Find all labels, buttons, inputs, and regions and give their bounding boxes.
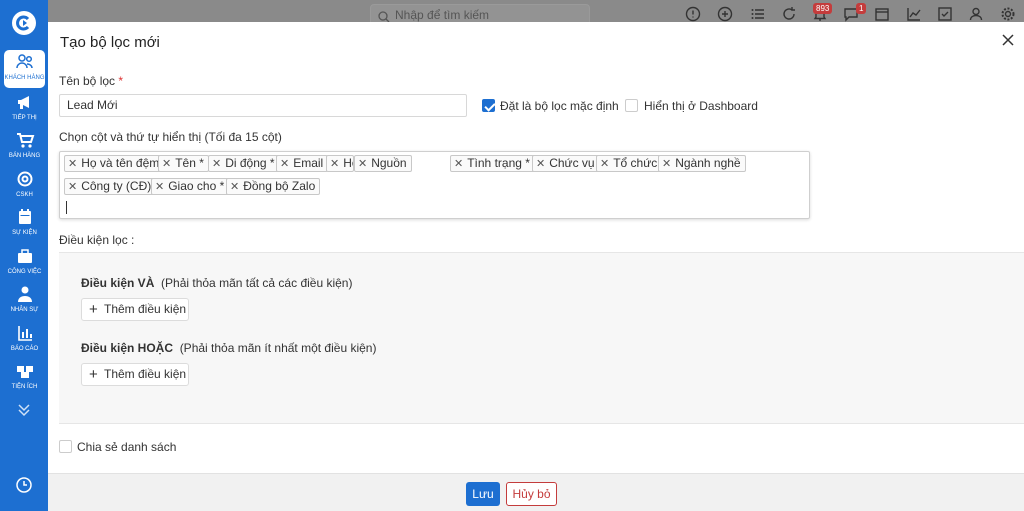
remove-tag-icon[interactable]: ✕ — [454, 158, 463, 170]
notification-badge: 893 — [813, 3, 833, 14]
filter-name-input[interactable]: Lead Mới — [59, 94, 467, 117]
column-tag[interactable]: ✕ Đồng bộ Zalo — [226, 178, 321, 195]
column-tag[interactable]: ✕ Giao cho * — [151, 178, 230, 195]
column-tag[interactable]: ✕Họ — [326, 155, 354, 172]
column-tag[interactable]: ✕ Tên * — [158, 155, 209, 172]
remove-tag-icon[interactable]: ✕ — [536, 158, 545, 170]
gear-icon[interactable] — [1000, 6, 1016, 22]
column-tag[interactable]: ✕ Tình trạng * — [450, 155, 535, 172]
default-filter-label: Đặt là bộ lọc mặc định — [500, 99, 619, 113]
sidebar-item-label: TIỆN ÍCH — [11, 384, 38, 390]
remove-tag-icon[interactable]: ✕ — [162, 158, 171, 170]
sidebar-item-events[interactable]: SỰ KIỆN — [4, 205, 45, 243]
sidebar-item-reports[interactable]: BÁO CÁO — [4, 321, 45, 359]
add-and-condition-button[interactable]: + Thêm điều kiện — [81, 298, 189, 321]
remove-tag-icon[interactable]: ✕ — [230, 181, 239, 193]
add-or-condition-button[interactable]: + Thêm điều kiện — [81, 363, 189, 386]
sidebar-item-utilities[interactable]: TIỆN ÍCH — [4, 359, 45, 397]
column-tag[interactable]: ✕ Tổ chức — [596, 155, 663, 172]
column-tag[interactable]: ✕ Nguồn — [354, 155, 412, 172]
task-check-icon[interactable] — [937, 6, 953, 22]
remove-tag-icon[interactable]: ✕ — [68, 181, 77, 193]
dialog-title: Tạo bộ lọc mới — [60, 34, 160, 51]
remove-tag-icon[interactable]: ✕ — [280, 158, 289, 170]
column-tag[interactable]: ✕ Email — [276, 155, 329, 172]
show-dashboard-label: Hiển thị ở Dashboard — [644, 99, 758, 113]
briefcase-icon — [15, 247, 35, 265]
dialog-footer: Lưu Hủy bỏ — [48, 473, 1024, 511]
remove-tag-icon[interactable]: ✕ — [600, 158, 609, 170]
remove-tag-icon[interactable]: ✕ — [155, 181, 164, 193]
megaphone-icon — [15, 93, 35, 111]
columns-label: Chọn cột và thứ tự hiển thị (Tối đa 15 c… — [59, 130, 282, 144]
sidebar-item-label: TIẾP THỊ — [12, 115, 37, 121]
alert-circle-icon[interactable] — [685, 6, 701, 22]
refresh-icon[interactable] — [781, 6, 797, 22]
sidebar: KHÁCH HÀNG TIẾP THỊ BÁN HÀNG CSKH SỰ KIỆ… — [0, 0, 48, 511]
sidebar-item-sales[interactable]: BÁN HÀNG — [4, 128, 45, 166]
create-filter-dialog: Tạo bộ lọc mới Tên bộ lọc * Lead Mới Đặt… — [48, 22, 1024, 511]
remove-tag-icon[interactable]: ✕ — [68, 158, 77, 170]
columns-select[interactable]: ✕ Họ và tên đệm ✕ Tên * ✕ Di động * ✕ Email … — [59, 151, 810, 219]
sidebar-item-label: CÔNG VIỆC — [7, 269, 42, 275]
expand-more-icon[interactable] — [14, 402, 34, 418]
cancel-button[interactable]: Hủy bỏ — [506, 482, 557, 506]
users-icon — [15, 53, 35, 71]
lifebuoy-icon — [15, 170, 35, 188]
plus-icon: + — [89, 366, 98, 383]
sidebar-item-label: CSKH — [16, 192, 33, 198]
save-button[interactable]: Lưu — [466, 482, 500, 506]
remove-tag-icon[interactable]: ✕ — [212, 158, 221, 170]
share-list-checkbox[interactable] — [59, 440, 72, 453]
chart-line-icon[interactable] — [906, 6, 922, 22]
search-placeholder: Nhập để tìm kiếm — [395, 8, 490, 22]
message-badge: 1 — [856, 3, 867, 14]
column-tag[interactable]: ✕ Chức vụ — [532, 155, 600, 172]
app-logo-icon[interactable] — [12, 11, 36, 35]
column-tag[interactable]: ✕ Ngành nghề — [658, 155, 746, 172]
sidebar-item-label: BÁN HÀNG — [8, 153, 41, 159]
share-list-label: Chia sẻ danh sách — [77, 440, 177, 454]
sidebar-item-tasks[interactable]: CÔNG VIỆC — [4, 244, 45, 282]
sidebar-item-support[interactable]: CSKH — [4, 167, 45, 205]
column-tag[interactable]: ✕ Công ty (CĐ) — [64, 178, 157, 195]
add-circle-icon[interactable] — [717, 6, 733, 22]
sidebar-item-label: BÁO CÁO — [10, 346, 39, 352]
filter-name-label: Tên bộ lọc * — [59, 74, 124, 88]
calendar-icon[interactable] — [874, 6, 890, 22]
user-profile-icon[interactable] — [968, 6, 984, 22]
sidebar-item-label: SỰ KIỆN — [12, 230, 37, 236]
remove-tag-icon[interactable]: ✕ — [662, 158, 671, 170]
default-filter-checkbox[interactable] — [482, 99, 495, 112]
required-mark: * — [118, 74, 124, 88]
sidebar-item-hr[interactable]: NHÂN SỰ — [4, 282, 45, 320]
column-tag[interactable]: ✕ Di động * — [208, 155, 280, 172]
calendar-icon — [15, 208, 35, 226]
boxes-icon — [15, 362, 35, 380]
person-icon — [15, 285, 35, 303]
remove-tag-icon[interactable]: ✕ — [330, 158, 339, 170]
topbar: Nhập để tìm kiếm 893 1 — [48, 0, 1024, 26]
sidebar-item-label: NHÂN SỰ — [10, 307, 39, 313]
show-dashboard-checkbox[interactable] — [625, 99, 638, 112]
or-conditions-title: Điều kiện HOẶC (Phải thỏa mãn ít nhất mộ… — [81, 341, 377, 355]
sidebar-item-customers[interactable]: KHÁCH HÀNG — [4, 50, 45, 88]
sidebar-item-marketing[interactable]: TIẾP THỊ — [4, 90, 45, 128]
close-icon[interactable] — [1000, 32, 1016, 48]
remove-tag-icon[interactable]: ✕ — [358, 158, 367, 170]
report-icon — [15, 324, 35, 342]
cart-icon — [15, 131, 35, 149]
sidebar-item-label: KHÁCH HÀNG — [4, 75, 45, 81]
conditions-panel: Điều kiện VÀ (Phải thỏa mãn tất cả các đ… — [59, 252, 1024, 424]
conditions-label: Điều kiện lọc : — [59, 233, 135, 247]
text-cursor — [66, 201, 67, 214]
column-tag[interactable]: ✕ Họ và tên đệm — [64, 155, 165, 172]
list-icon[interactable] — [750, 6, 766, 22]
and-conditions-title: Điều kiện VÀ (Phải thỏa mãn tất cả các đ… — [81, 276, 353, 290]
history-icon[interactable] — [15, 476, 33, 494]
plus-icon: + — [89, 301, 98, 318]
